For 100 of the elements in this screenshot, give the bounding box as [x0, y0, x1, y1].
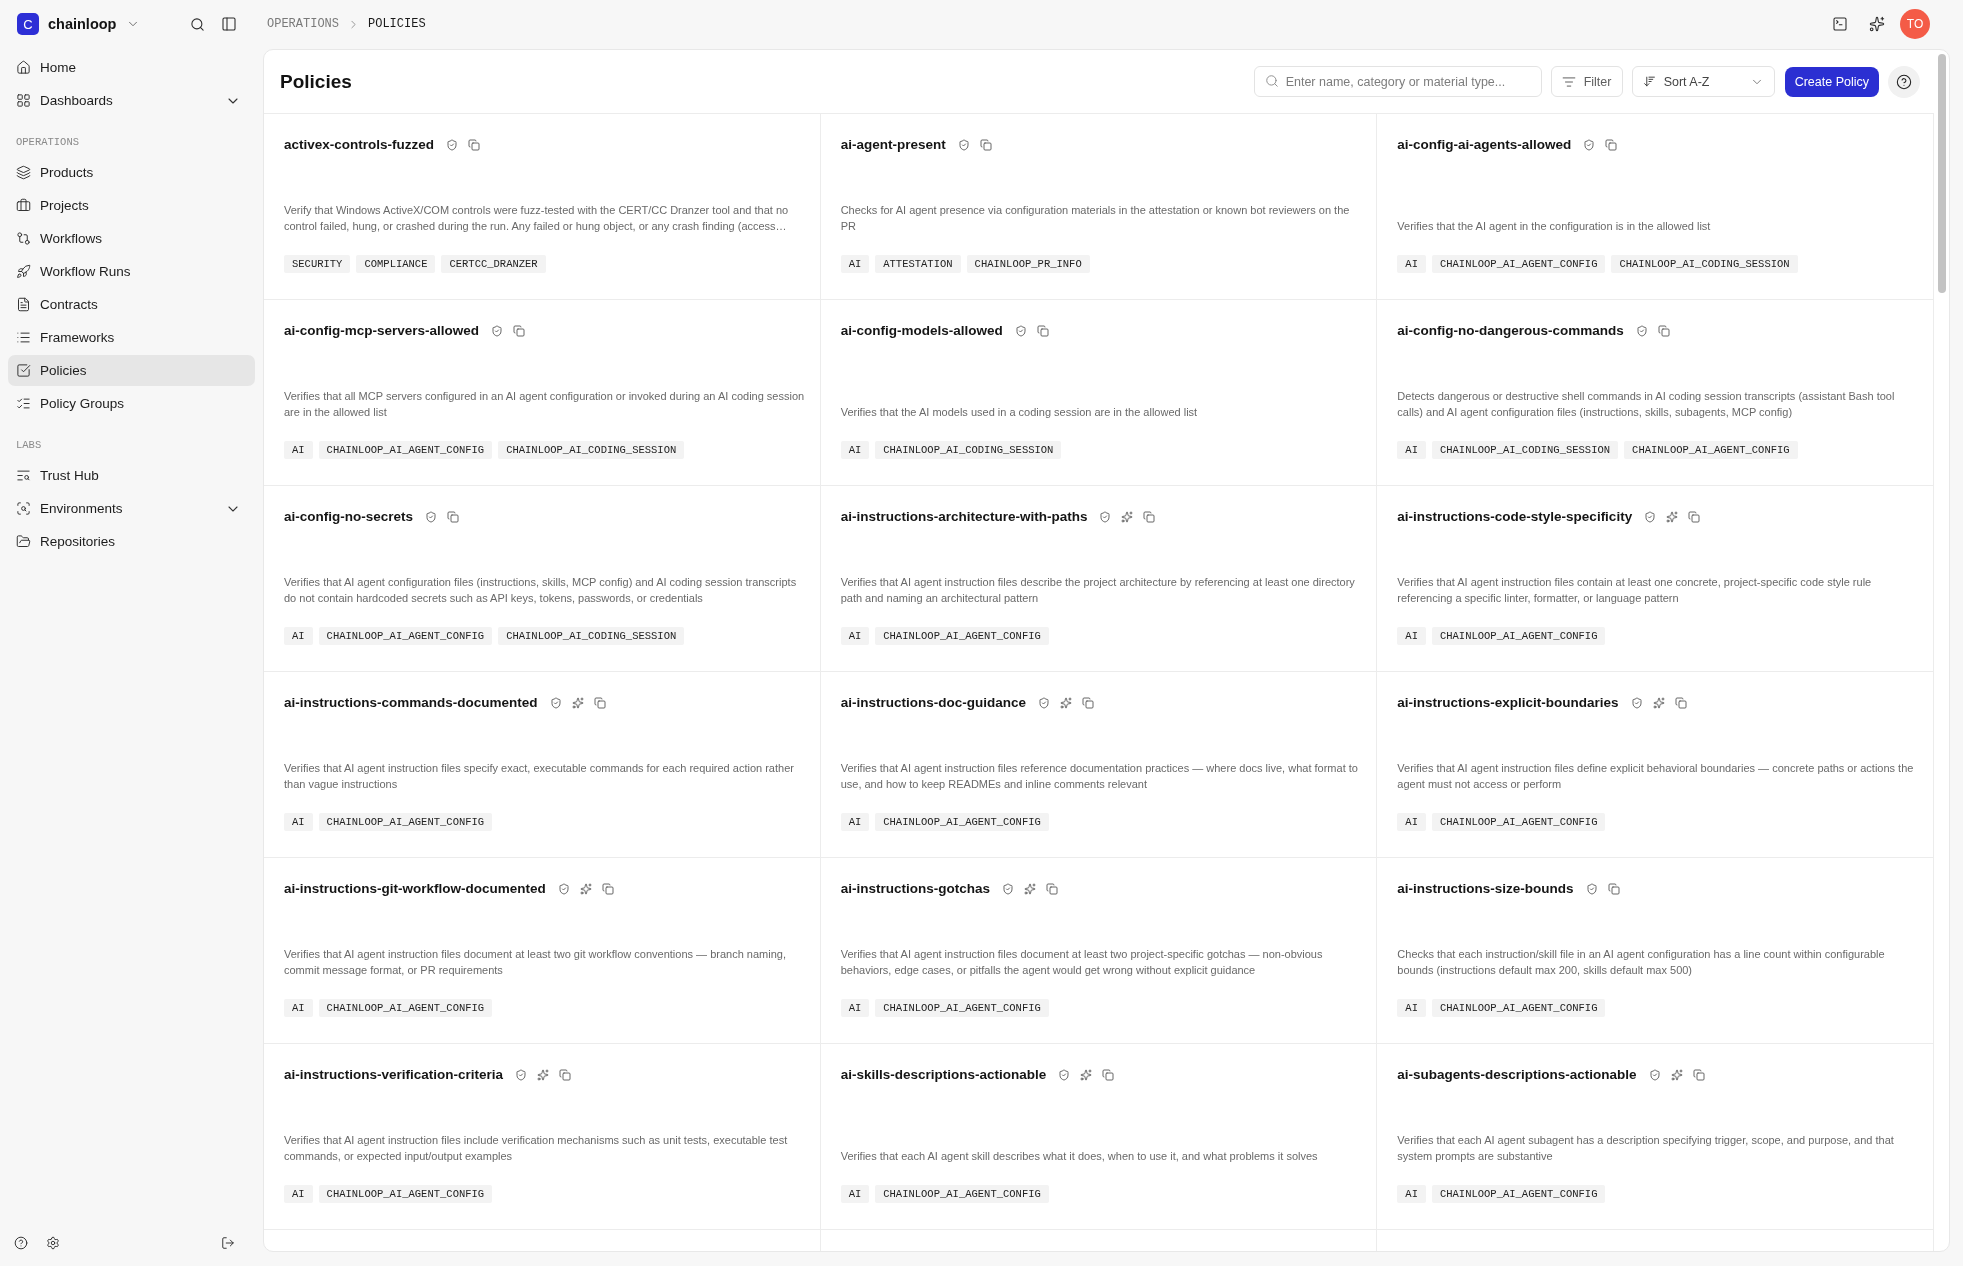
- copy-icon: [601, 883, 614, 895]
- sidebar-item[interactable]: Workflows: [8, 223, 255, 254]
- copy-button[interactable]: [1143, 511, 1156, 523]
- policy-description: Verifies that each AI agent subagent has a description specifying trigger, scope, and purpose, and that system prompts are substantive: [1397, 1133, 1895, 1164]
- sidebar-item[interactable]: Contracts: [8, 289, 255, 320]
- document-icon: [16, 297, 31, 312]
- tag: CHAINLOOP_AI_AGENT_CONFIG: [1431, 627, 1606, 645]
- policy-name[interactable]: ai-agent-present: [840, 136, 946, 154]
- tag: AI: [840, 255, 870, 273]
- copy-button[interactable]: [1692, 1069, 1705, 1081]
- square-check-icon: [16, 363, 31, 378]
- tag: CHAINLOOP_AI_CODING_SESSION: [498, 627, 685, 645]
- policy-name[interactable]: ai-instructions-size-bounds: [1397, 880, 1574, 898]
- policy-name[interactable]: ai-config-ai-agents-allowed: [1397, 136, 1572, 154]
- search-icon: [1264, 74, 1279, 88]
- tag: AI: [1397, 1185, 1426, 1203]
- sidebar-item[interactable]: Products: [8, 157, 255, 188]
- sidebar-item[interactable]: Policy Groups: [8, 388, 255, 419]
- policy-name[interactable]: ai-skills-descriptions-actionable: [840, 1066, 1047, 1084]
- policy-name[interactable]: ai-instructions-git-workflow-documented: [284, 880, 546, 898]
- copy-button[interactable]: [447, 511, 460, 523]
- sort-icon: [1642, 75, 1656, 88]
- copy-button[interactable]: [1081, 697, 1094, 709]
- copy-button[interactable]: [468, 139, 481, 151]
- copy-button[interactable]: [593, 697, 606, 709]
- breadcrumb-item[interactable]: OPERATIONS: [267, 17, 339, 31]
- copy-button[interactable]: [979, 139, 992, 151]
- filter-icon: [1561, 74, 1576, 89]
- copy-icon: [447, 511, 460, 523]
- sort-select[interactable]: Sort A-Z: [1631, 66, 1775, 97]
- filter-button[interactable]: Filter: [1550, 66, 1623, 97]
- copy-icon: [1102, 1069, 1115, 1081]
- policy-description: Verifies that the AI agent in the configuration is in the allowed list: [1397, 219, 1712, 234]
- policy-description: Verifies that AI agent instruction files specify exact, executable commands for each required action rather than vague instructions: [284, 761, 795, 792]
- tag: AI: [840, 627, 870, 645]
- copy-button[interactable]: [1102, 1069, 1115, 1081]
- copy-icon: [979, 139, 992, 151]
- policy-name[interactable]: ai-instructions-explicit-boundaries: [1397, 694, 1619, 712]
- shield-check-icon: [1001, 883, 1014, 895]
- policy-name[interactable]: ai-config-mcp-servers-allowed: [284, 322, 480, 340]
- create-policy-button[interactable]: Create Policy: [1784, 66, 1879, 97]
- scrollbar-thumb[interactable]: [1937, 54, 1946, 293]
- panel-icon: [221, 16, 237, 32]
- copy-button[interactable]: [1657, 325, 1670, 337]
- brand-logo: C: [17, 13, 39, 35]
- copy-button[interactable]: [1036, 325, 1049, 337]
- workspace-name[interactable]: chainloop: [48, 16, 117, 32]
- policy-name[interactable]: ai-instructions-gotchas: [840, 880, 990, 898]
- sidebar-item[interactable]: Home: [8, 52, 255, 83]
- policy-name[interactable]: ai-subagents-descriptions-actionable: [1397, 1066, 1637, 1084]
- copy-icon: [1688, 511, 1701, 523]
- policy-name[interactable]: ai-config-no-dangerous-commands: [1397, 322, 1624, 340]
- sidebar-item[interactable]: Frameworks: [8, 322, 255, 353]
- sidebar-item[interactable]: Repositories: [8, 526, 255, 557]
- tag: CERTCC_DRANZER: [441, 255, 546, 273]
- search-field[interactable]: Enter name, category or material type...: [1253, 66, 1542, 97]
- policy-name[interactable]: ai-config-models-allowed: [840, 322, 1003, 340]
- sidebar-item[interactable]: Environments: [8, 493, 255, 524]
- sidebar-item[interactable]: Trust Hub: [8, 460, 255, 491]
- sidebar-item[interactable]: Policies: [8, 355, 255, 386]
- terminal-icon: [1832, 16, 1848, 32]
- copy-button[interactable]: [559, 1069, 572, 1081]
- help-icon: [14, 1236, 28, 1250]
- shield-check-icon: [1014, 325, 1027, 337]
- policy-description: Checks that each instruction/skill file in an AI agent configuration has a line count within configurable bounds (instructions default max 200, skills default max 500): [1397, 947, 1886, 978]
- tag: CHAINLOOP_AI_AGENT_CONFIG: [1431, 1185, 1606, 1203]
- sidebar-item[interactable]: Workflow Runs: [8, 256, 255, 287]
- tag: CHAINLOOP_AI_AGENT_CONFIG: [1624, 441, 1798, 459]
- tag: AI: [1397, 255, 1426, 273]
- policy-name[interactable]: activex-controls-fuzzed: [284, 136, 435, 154]
- copy-icon: [468, 139, 481, 151]
- policy-name[interactable]: ai-instructions-architecture-with-paths: [840, 508, 1088, 526]
- copy-button[interactable]: [1688, 511, 1701, 523]
- tag: AI: [840, 813, 870, 831]
- policy-name[interactable]: ai-instructions-code-style-specificity: [1397, 508, 1633, 526]
- policy-name[interactable]: ai-instructions-commands-documented: [284, 694, 538, 712]
- sidebar-item[interactable]: Projects: [8, 190, 255, 221]
- copy-button[interactable]: [513, 325, 526, 337]
- help-button[interactable]: [1888, 65, 1920, 98]
- branch-compare-icon: [16, 231, 31, 246]
- policy-name[interactable]: ai-config-no-secrets: [284, 508, 414, 526]
- policy-description: Verifies that AI agent instruction files define explicit behavioral boundaries — concrete paths or actions the agent must not access or perform: [1397, 761, 1915, 792]
- copy-button[interactable]: [1607, 883, 1620, 895]
- tag: AI: [1397, 999, 1426, 1017]
- copy-button[interactable]: [1045, 883, 1058, 895]
- rocket-icon: [16, 264, 31, 279]
- layers-icon: [16, 165, 31, 180]
- policy-name[interactable]: ai-instructions-verification-criteria: [284, 1066, 504, 1084]
- tag: CHAINLOOP_AI_AGENT_CONFIG: [1431, 813, 1606, 831]
- copy-button[interactable]: [601, 883, 614, 895]
- tag: CHAINLOOP_AI_CODING_SESSION: [1431, 441, 1619, 459]
- policy-name[interactable]: ai-instructions-doc-guidance: [840, 694, 1026, 712]
- grid-icon: [16, 93, 31, 108]
- scan-search-icon: [16, 501, 31, 516]
- copy-icon: [1674, 697, 1687, 709]
- sidebar-item[interactable]: Dashboards: [8, 85, 255, 116]
- copy-button[interactable]: [1605, 139, 1618, 151]
- shield-check-icon: [557, 883, 570, 895]
- breadcrumb-item: POLICIES: [368, 17, 426, 31]
- copy-button[interactable]: [1674, 697, 1687, 709]
